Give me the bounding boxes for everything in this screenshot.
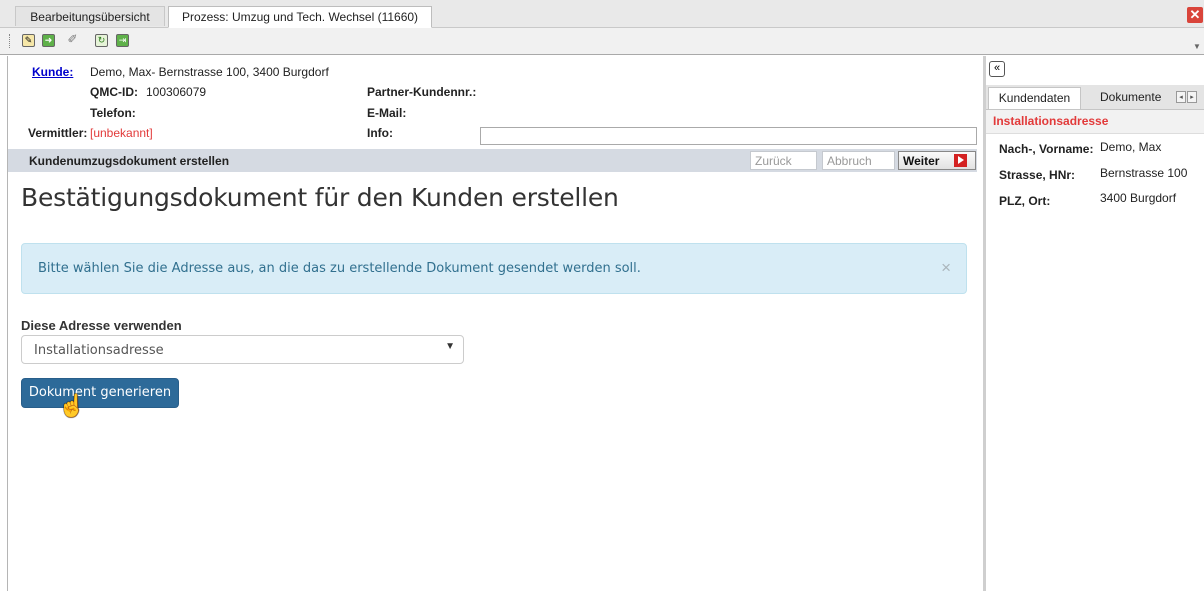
tab-kundendaten[interactable]: Kundendaten [988,87,1081,109]
section-title: Installationsadresse [993,114,1109,128]
step-title: Kundenumzugsdokument erstellen [29,154,230,168]
toolbar-grip [9,34,12,48]
qmc-label: QMC-ID: [90,85,138,99]
name-label: Nach-, Vorname: [999,142,1094,156]
vermittler-value: [unbekannt] [90,126,153,140]
arrow-right-icon [954,154,967,167]
overflow-chevron-icon[interactable]: ▼ [1193,42,1201,51]
document-edit-icon[interactable]: ✎ [22,34,35,47]
street-label: Strasse, HNr: [999,168,1076,182]
alert-text: Bitte wählen Sie die Adresse aus, an die… [38,261,641,276]
cancel-button[interactable]: Abbruch [822,151,895,170]
hand-cursor-icon: ☝ [58,393,86,418]
content-border [7,56,8,591]
back-button[interactable]: Zurück [750,151,817,170]
city-label: PLZ, Ort: [999,194,1051,208]
info-input[interactable] [480,127,977,145]
address-label: Diese Adresse verwenden [21,318,182,333]
right-tab-bar: Kundendaten Dokumente ◂ ▸ [986,85,1204,110]
address-select-value: Installationsadresse [34,343,164,358]
close-icon[interactable]: × [941,258,951,278]
collapse-icon[interactable]: « [989,61,1005,77]
vermittler-label: Vermittler: [28,126,88,140]
info-alert: Bitte wählen Sie die Adresse aus, an die… [21,243,967,294]
info-label: Info: [367,126,393,140]
scroll-right-icon[interactable]: ▸ [1187,91,1197,103]
panel-divider[interactable] [983,56,986,591]
caret-down-icon: ▼ [445,341,455,352]
export-green-icon[interactable]: ⇥ [116,34,129,47]
qmc-value: 100306079 [146,85,207,99]
street-value: Bernstrasse 100 [1100,166,1188,180]
tab-prozess[interactable]: Prozess: Umzug und Tech. Wechsel (11660) [168,6,432,28]
pen-icon[interactable]: ✐ [66,33,79,47]
kunde-value: Demo, Max- Bernstrasse 100, 3400 Burgdor… [90,65,329,79]
tab-bar: Bearbeitungsübersicht Prozess: Umzug und… [0,0,1204,28]
name-value: Demo, Max [1100,140,1162,154]
tab-bearbeitungsuebersicht[interactable]: Bearbeitungsübersicht [15,6,165,26]
section-header: Installationsadresse [986,110,1204,134]
page-title: Bestätigungsdokument für den Kunden erst… [21,183,619,212]
close-icon[interactable]: ✕ [1187,7,1203,23]
forward-green-icon[interactable]: ➜ [42,34,55,47]
tab-dokumente[interactable]: Dokumente [1100,87,1180,109]
address-select[interactable]: Installationsadresse ▼ [21,335,464,364]
next-button-label: Weiter [903,154,940,168]
city-value: 3400 Burgdorf [1100,191,1177,205]
telefon-label: Telefon: [90,106,136,120]
email-label: E-Mail: [367,106,407,120]
generate-document-button[interactable]: Dokument generieren [21,378,179,408]
step-bar: Kundenumzugsdokument erstellen Zurück Ab… [7,149,977,172]
scroll-left-icon[interactable]: ◂ [1176,91,1186,103]
partner-label: Partner-Kundennr.: [367,85,477,99]
next-button[interactable]: Weiter [898,151,976,170]
refresh-icon[interactable]: ↻ [95,34,108,47]
kunde-link[interactable]: Kunde: [32,65,73,79]
toolbar: ✎ ➜ ✐ ↻ ⇥ ▼ [0,28,1204,55]
